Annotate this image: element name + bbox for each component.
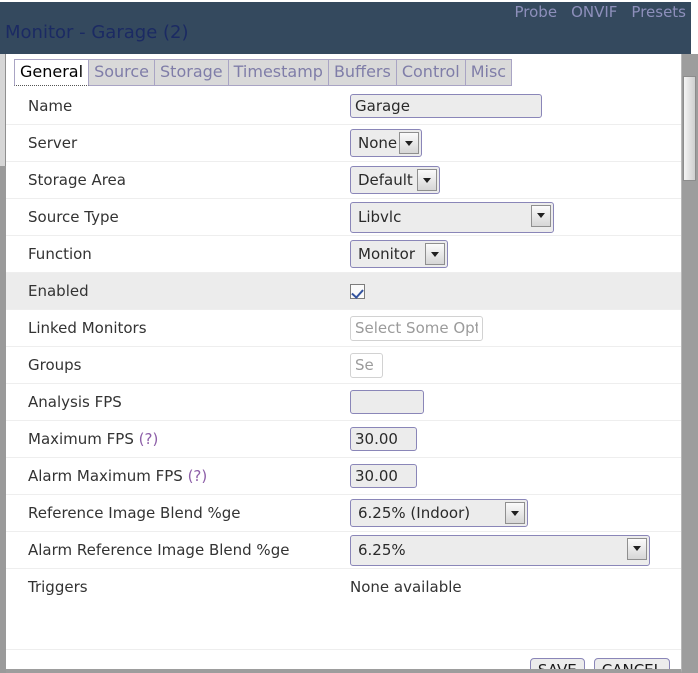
label-groups: Groups: [28, 356, 82, 374]
vertical-scrollbar[interactable]: [682, 54, 698, 673]
tab-control[interactable]: Control: [395, 59, 466, 86]
field-alarm-reference-image-blend: 6.25%: [350, 534, 681, 566]
field-server: None: [350, 129, 681, 157]
server-select[interactable]: None: [350, 129, 422, 157]
label-source-type: Source Type: [28, 208, 119, 226]
server-select-value: None: [358, 134, 398, 152]
field-enabled: [350, 283, 681, 299]
row-analysis-fps: Analysis FPS: [6, 383, 681, 420]
probe-link[interactable]: Probe: [515, 3, 558, 21]
chevron-down-icon: [399, 132, 419, 154]
row-maximum-fps: Maximum FPS (?): [6, 420, 681, 457]
row-groups: Groups: [6, 346, 681, 383]
source-type-select[interactable]: Libvlc: [350, 201, 554, 233]
linked-monitors-input[interactable]: [350, 315, 483, 341]
label-server: Server: [28, 134, 78, 152]
general-settings-form: Name Server None Storage Area: [6, 87, 681, 605]
label-linked-monitors: Linked Monitors: [28, 319, 147, 337]
chevron-down-icon: [425, 243, 445, 265]
row-alarm-maximum-fps: Alarm Maximum FPS (?): [6, 457, 681, 494]
row-name: Name: [6, 87, 681, 124]
label-analysis-fps: Analysis FPS: [28, 393, 122, 411]
storage-area-select[interactable]: Default: [350, 166, 440, 194]
alarm-reference-image-blend-value: 6.25%: [358, 541, 406, 559]
label-alarm-maximum-fps-text: Alarm Maximum FPS: [28, 467, 183, 485]
monitor-settings-window: Probe ONVIF Presets Monitor - Garage (2)…: [0, 0, 698, 673]
alarm-maximum-fps-help-link[interactable]: (?): [188, 467, 208, 485]
label-enabled: Enabled: [28, 282, 89, 300]
header-action-links: Probe ONVIF Presets: [515, 3, 686, 21]
tab-general[interactable]: General: [14, 59, 90, 86]
function-select[interactable]: Monitor: [350, 240, 448, 268]
tab-buffers[interactable]: Buffers: [327, 59, 397, 86]
field-reference-image-blend: 6.25% (Indoor): [350, 499, 681, 527]
field-source-type: Libvlc: [350, 201, 681, 233]
label-alarm-reference-image-blend: Alarm Reference Image Blend %ge: [28, 541, 290, 559]
reference-image-blend-value: 6.25% (Indoor): [358, 504, 471, 522]
field-maximum-fps: [350, 427, 681, 451]
vertical-scrollbar-thumb[interactable]: [683, 76, 696, 181]
tab-storage[interactable]: Storage: [154, 59, 229, 86]
name-input[interactable]: [350, 93, 542, 118]
page-title: Monitor - Garage (2): [5, 22, 189, 43]
field-analysis-fps: [350, 390, 681, 414]
alarm-reference-image-blend-select[interactable]: 6.25%: [350, 534, 650, 566]
label-name: Name: [28, 96, 73, 115]
tab-timestamp[interactable]: Timestamp: [227, 59, 329, 86]
row-function: Function Monitor: [6, 235, 681, 272]
form-actions: SAVE CANCEL: [6, 649, 681, 669]
onvif-link[interactable]: ONVIF: [571, 3, 617, 21]
tab-misc[interactable]: Misc: [464, 59, 513, 86]
source-type-select-value: Libvlc: [358, 208, 402, 226]
function-select-value: Monitor: [358, 245, 416, 263]
storage-area-select-value: Default: [358, 171, 413, 189]
settings-panel: General Source Storage Timestamp Buffers…: [6, 54, 682, 673]
field-triggers: None available: [350, 578, 681, 596]
maximum-fps-help-link[interactable]: (?): [139, 430, 159, 448]
save-button[interactable]: SAVE: [529, 657, 585, 669]
analysis-fps-input[interactable]: [350, 390, 424, 414]
row-reference-image-blend: Reference Image Blend %ge 6.25% (Indoor): [6, 494, 681, 531]
label-alarm-maximum-fps: Alarm Maximum FPS (?): [28, 467, 350, 485]
chevron-down-icon: [627, 537, 647, 560]
chevron-down-icon: [505, 502, 525, 524]
field-groups: [350, 352, 681, 378]
row-triggers: Triggers None available: [6, 568, 681, 605]
field-alarm-maximum-fps: [350, 464, 681, 488]
row-linked-monitors: Linked Monitors: [6, 309, 681, 346]
field-storage-area: Default: [350, 166, 681, 194]
maximum-fps-input[interactable]: [350, 427, 417, 451]
window-header: Probe ONVIF Presets Monitor - Garage (2): [0, 2, 691, 54]
label-maximum-fps-text: Maximum FPS: [28, 430, 134, 448]
row-server: Server None: [6, 124, 681, 161]
row-source-type: Source Type Libvlc: [6, 198, 681, 235]
field-name: [350, 93, 681, 118]
settings-tabs: General Source Storage Timestamp Buffers…: [14, 58, 513, 86]
presets-link[interactable]: Presets: [631, 3, 686, 21]
tab-source[interactable]: Source: [88, 59, 156, 86]
label-triggers: Triggers: [28, 578, 88, 596]
row-alarm-reference-image-blend: Alarm Reference Image Blend %ge 6.25%: [6, 531, 681, 568]
triggers-value: None available: [350, 578, 462, 596]
row-storage-area: Storage Area Default: [6, 161, 681, 198]
row-enabled: Enabled: [6, 272, 681, 309]
alarm-maximum-fps-input[interactable]: [350, 464, 417, 488]
cancel-button[interactable]: CANCEL: [593, 657, 670, 669]
reference-image-blend-select[interactable]: 6.25% (Indoor): [350, 499, 528, 527]
chevron-down-icon: [417, 169, 437, 191]
label-reference-image-blend: Reference Image Blend %ge: [28, 504, 241, 522]
label-storage-area: Storage Area: [28, 171, 126, 189]
label-maximum-fps: Maximum FPS (?): [28, 430, 350, 448]
field-linked-monitors: [350, 315, 681, 341]
enabled-checkbox[interactable]: [350, 283, 365, 299]
groups-input[interactable]: [350, 352, 383, 378]
field-function: Monitor: [350, 240, 681, 268]
chevron-down-icon: [531, 204, 551, 227]
label-function: Function: [28, 245, 92, 263]
